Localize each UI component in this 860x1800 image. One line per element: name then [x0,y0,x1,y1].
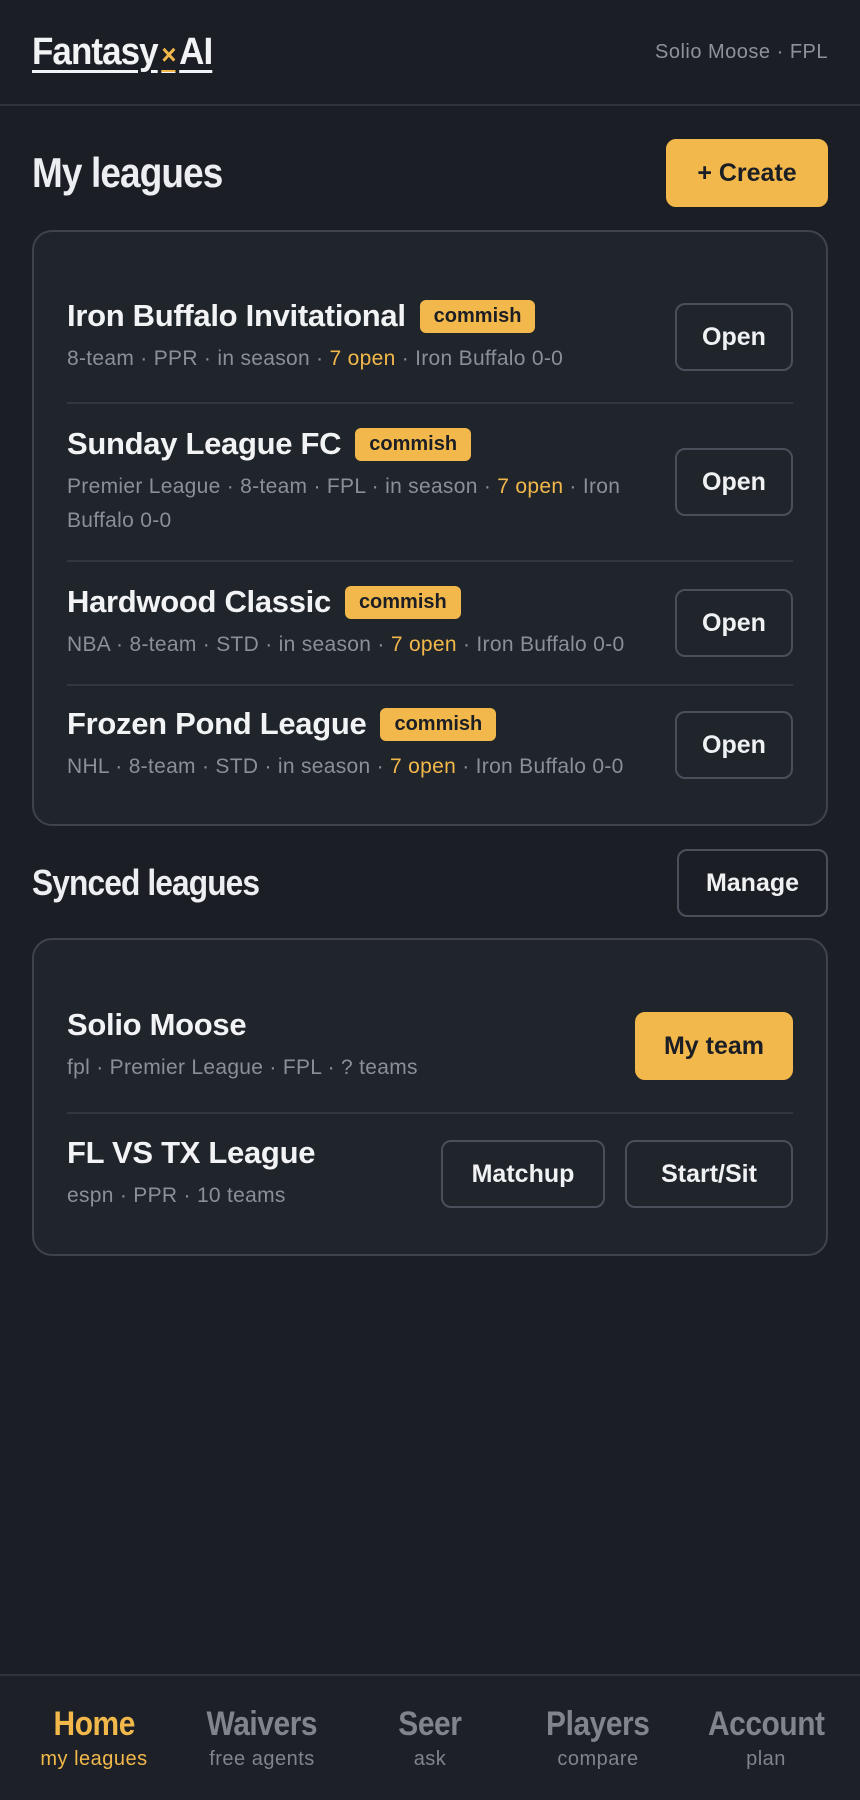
nav-waivers[interactable]: Waivers free agents [182,1705,342,1771]
synced-league-name: Solio Moose [67,1007,247,1042]
logo-text-ai: AI [179,30,213,73]
nav-waivers-label: Waivers [206,1705,318,1743]
synced-league-info: FL VS TX League espn · PPR · 10 teams [67,1135,441,1213]
league-info: Hardwood Classic commish NBA · 8-team · … [67,584,675,662]
synced-leagues-card: Solio Moose fpl · Premier League · FPL ·… [32,938,828,1256]
logo-text-fantasy: Fantasy [32,30,159,73]
nav-home-sub: my leagues [40,1748,148,1770]
league-row: Hardwood Classic commish NBA · 8-team · … [67,562,793,686]
league-meta-text: NHL · 8-team · STD · in season · [67,755,391,778]
open-count: 7 open [390,633,457,656]
synced-leagues-header: Synced leagues Manage [0,849,860,917]
league-name: Frozen Pond League [67,706,367,741]
nav-account[interactable]: Account plan [686,1705,846,1771]
league-record: · Iron Buffalo 0-0 [395,347,564,370]
league-title-line: Sunday League FC commish [67,426,657,462]
league-name: Iron Buffalo Invitational [67,298,406,333]
open-league-button[interactable]: Open [675,589,793,657]
nav-seer-label: Seer [398,1705,462,1743]
league-meta-text: Premier League · 8-team · FPL · in seaso… [67,475,498,498]
league-title-line: Frozen Pond League commish [67,706,657,742]
league-meta-text: NBA · 8-team · STD · in season · [67,633,391,656]
league-row: Iron Buffalo Invitational commish 8-team… [67,252,793,404]
league-meta: 8-team · PPR · in season · 7 open · Iron… [67,342,657,376]
synced-league-name: FL VS TX League [67,1135,316,1170]
synced-league-title-line: Solio Moose [67,1007,617,1043]
nav-waivers-sub: free agents [209,1748,315,1770]
open-league-button[interactable]: Open [675,448,793,516]
league-title-line: Iron Buffalo Invitational commish [67,298,657,334]
open-count: 7 open [329,347,396,370]
commish-badge: commish [380,707,497,741]
league-name: Hardwood Classic [67,584,331,619]
nav-players[interactable]: Players compare [518,1705,678,1771]
league-title-line: Hardwood Classic commish [67,584,657,620]
manage-button[interactable]: Manage [677,849,828,917]
synced-league-info: Solio Moose fpl · Premier League · FPL ·… [67,1007,635,1085]
synced-league-meta: fpl · Premier League · FPL · ? teams [67,1056,418,1079]
my-team-button[interactable]: My team [635,1012,793,1080]
synced-league-meta: espn · PPR · 10 teams [67,1184,286,1207]
synced-league-title-line: FL VS TX League [67,1135,423,1171]
league-record: · Iron Buffalo 0-0 [456,755,624,778]
open-count: 7 open [390,755,457,778]
synced-league-actions: Matchup Start/Sit [441,1140,793,1208]
logo-x-mark: × [161,38,176,70]
my-leagues-header: My leagues + Create [0,138,860,208]
create-league-button[interactable]: + Create [666,139,828,207]
nav-home[interactable]: Home my leagues [14,1705,174,1771]
league-meta: NHL · 8-team · STD · in season · 7 open … [67,750,657,784]
app-root: Fantasy × AI Solio Moose · FPL My league… [0,0,860,1800]
league-record: · Iron Buffalo 0-0 [456,633,625,656]
league-info: Frozen Pond League commish NHL · 8-team … [67,706,675,784]
nav-home-label: Home [53,1705,135,1743]
start-sit-button[interactable]: Start/Sit [625,1140,793,1208]
nav-seer-sub: ask [413,1748,447,1770]
nav-account-label: Account [707,1705,825,1743]
league-row: Frozen Pond League commish NHL · 8-team … [67,686,793,804]
league-info: Iron Buffalo Invitational commish 8-team… [67,298,675,376]
account-meta: Solio Moose · FPL [654,40,828,63]
nav-seer[interactable]: Seer ask [350,1705,510,1771]
league-meta: Premier League · 8-team · FPL · in seaso… [67,470,657,538]
league-meta: NBA · 8-team · STD · in season · 7 open … [67,628,657,662]
league-meta-text: 8-team · PPR · in season · [67,347,330,370]
open-count: 7 open [497,475,564,498]
matchup-button[interactable]: Matchup [441,1140,605,1208]
my-leagues-title: My leagues [32,149,223,196]
league-name: Sunday League FC [67,426,342,461]
nav-account-sub: plan [746,1748,786,1770]
synced-league-actions: My team [635,1012,793,1080]
open-league-button[interactable]: Open [675,711,793,779]
nav-players-label: Players [546,1705,650,1743]
synced-league-row: Solio Moose fpl · Premier League · FPL ·… [67,960,793,1114]
app-logo[interactable]: Fantasy × AI [32,30,213,74]
bottom-nav: Home my leagues Waivers free agents Seer… [0,1674,860,1800]
league-info: Sunday League FC commish Premier League … [67,426,675,538]
commish-badge: commish [419,299,536,333]
nav-players-sub: compare [557,1748,639,1770]
league-row: Sunday League FC commish Premier League … [67,404,793,562]
commish-badge: commish [344,585,461,619]
synced-leagues-title: Synced leagues [32,862,260,903]
synced-league-row: FL VS TX League espn · PPR · 10 teams Ma… [67,1114,793,1234]
top-bar: Fantasy × AI Solio Moose · FPL [0,0,860,106]
my-leagues-card: Iron Buffalo Invitational commish 8-team… [32,230,828,826]
open-league-button[interactable]: Open [675,303,793,371]
commish-badge: commish [355,427,472,461]
